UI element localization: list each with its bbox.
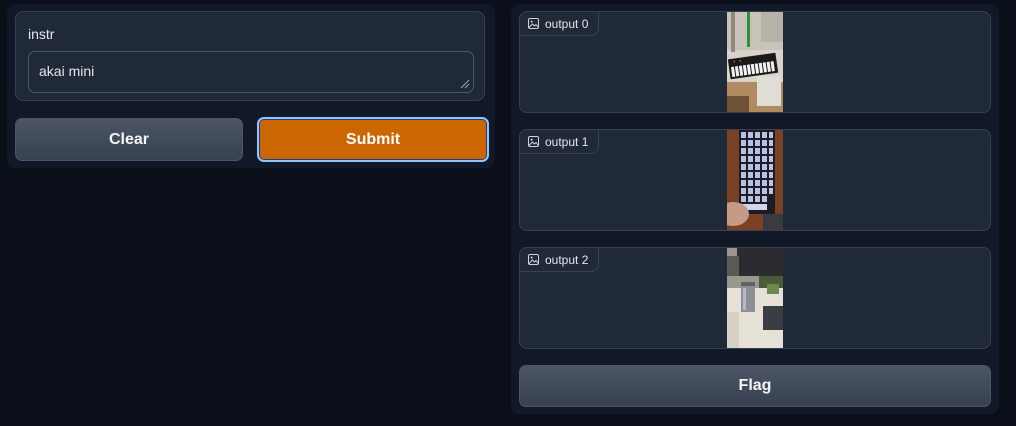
output-2-block: output 2 bbox=[519, 247, 991, 349]
output-1-image[interactable] bbox=[727, 130, 783, 230]
flag-button[interactable]: Flag bbox=[519, 365, 991, 407]
instr-textbox-block: instr akai mini bbox=[15, 11, 485, 101]
image-icon bbox=[528, 136, 539, 147]
instr-label: instr bbox=[28, 26, 55, 42]
input-panel: instr akai mini Clear Submit bbox=[7, 4, 495, 168]
clear-button[interactable]: Clear bbox=[15, 118, 243, 161]
output-0-label-tab: output 0 bbox=[520, 12, 600, 36]
output-2-label: output 2 bbox=[545, 252, 589, 267]
output-panel: output 0 output 1 output 2 Flag bbox=[511, 4, 999, 414]
output-2-label-tab: output 2 bbox=[520, 248, 600, 272]
output-2-image[interactable] bbox=[727, 248, 783, 348]
instr-input-value: akai mini bbox=[39, 63, 95, 79]
desk-tumbler-photo bbox=[727, 248, 783, 348]
output-0-image[interactable] bbox=[727, 12, 783, 112]
instr-input[interactable]: akai mini bbox=[28, 51, 474, 93]
output-1-label-tab: output 1 bbox=[520, 130, 600, 154]
resize-grip-icon[interactable] bbox=[460, 79, 470, 89]
output-0-label: output 0 bbox=[545, 16, 589, 31]
submit-button[interactable]: Submit bbox=[257, 117, 489, 162]
keyboard-photo bbox=[727, 12, 783, 112]
output-1-label: output 1 bbox=[545, 134, 589, 149]
image-icon bbox=[528, 254, 539, 265]
image-icon bbox=[528, 18, 539, 29]
output-0-block: output 0 bbox=[519, 11, 991, 113]
output-1-block: output 1 bbox=[519, 129, 991, 231]
mechanical-keyboard-photo bbox=[727, 130, 783, 230]
